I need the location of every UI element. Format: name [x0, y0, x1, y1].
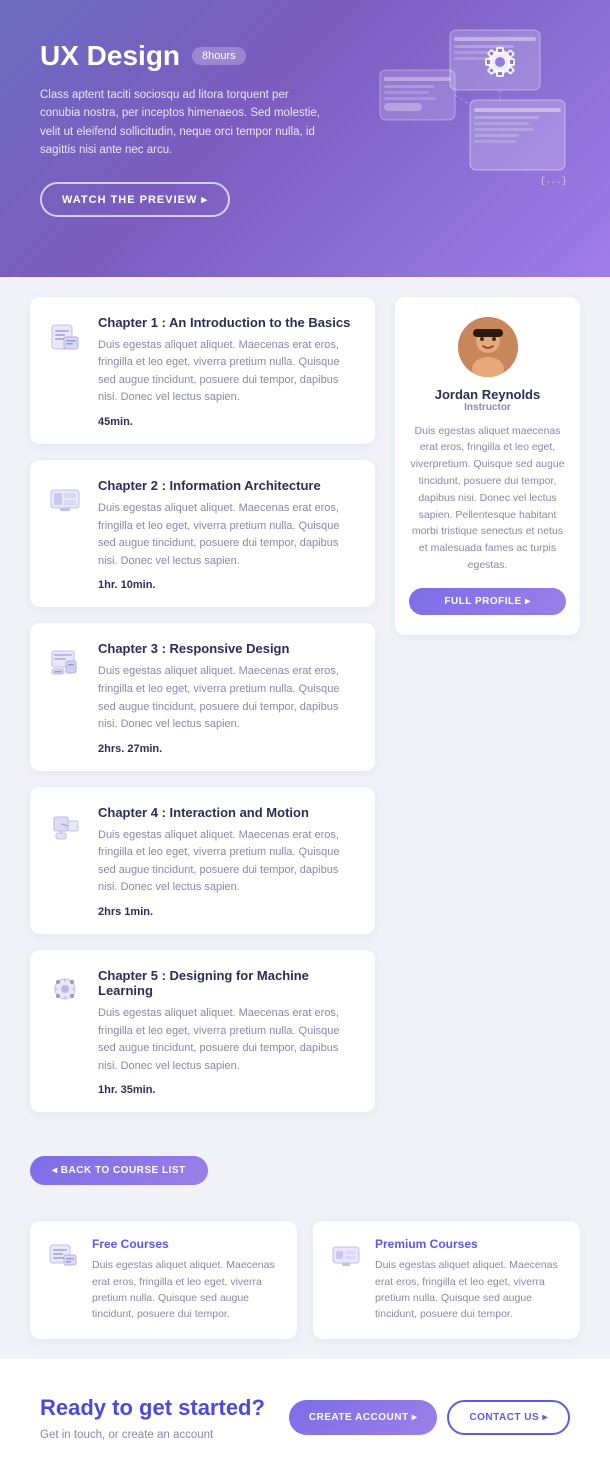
hero-section: UX Design 8hours Class aptent taciti soc… — [0, 0, 610, 277]
chapter-1-body: Chapter 1 : An Introduction to the Basic… — [98, 315, 359, 428]
hero-illustration: {...} — [370, 20, 580, 220]
chapter-4-title: Chapter 4 : Interaction and Motion — [98, 805, 359, 820]
chapter-3-title: Chapter 3 : Responsive Design — [98, 641, 359, 656]
main-content: Chapter 1 : An Introduction to the Basic… — [0, 277, 610, 1149]
chapters-column: Chapter 1 : An Introduction to the Basic… — [30, 297, 375, 1129]
premium-courses-icon — [329, 1237, 363, 1271]
chapter-4-duration: 2hrs 1min. — [98, 906, 359, 918]
chapter-5-body: Chapter 5 : Designing for Machine Learni… — [98, 968, 359, 1096]
chapter-3-desc: Duis egestas aliquet aliquet. Maecenas e… — [98, 663, 359, 733]
instructor-sidebar: Jordan Reynolds Instructor Duis egestas … — [395, 297, 580, 635]
free-courses-content: Free Courses Duis egestas aliquet alique… — [92, 1237, 281, 1322]
chapter-3-duration: 2hrs. 27min. — [98, 743, 359, 755]
chapter-2-duration: 1hr. 10min. — [98, 579, 359, 591]
back-section: ◂ BACK TO COURSE LIST — [0, 1148, 610, 1205]
full-profile-button[interactable]: FULL PROFILE ▸ — [409, 588, 566, 615]
premium-courses-card[interactable]: Premium Courses Duis egestas aliquet ali… — [313, 1221, 580, 1338]
chapter-1-desc: Duis egestas aliquet aliquet. Maecenas e… — [98, 337, 359, 407]
contact-us-button[interactable]: CONTACT US ▸ — [447, 1400, 570, 1435]
chapter-card-4[interactable]: Chapter 4 : Interaction and Motion Duis … — [30, 787, 375, 934]
chapter-5-icon — [46, 970, 84, 1008]
chapter-1-icon — [46, 317, 84, 355]
footer-subtext: Get in touch, or create an account — [40, 1429, 265, 1441]
free-courses-icon — [46, 1237, 80, 1271]
chapter-3-body: Chapter 3 : Responsive Design Duis egest… — [98, 641, 359, 754]
svg-text:{...}: {...} — [540, 176, 567, 186]
chapter-2-body: Chapter 2 : Information Architecture Dui… — [98, 478, 359, 591]
free-courses-card[interactable]: Free Courses Duis egestas aliquet alique… — [30, 1221, 297, 1338]
bottom-cards-section: Free Courses Duis egestas aliquet alique… — [0, 1205, 610, 1358]
instructor-bio: Duis egestas aliquet maecenas erat eros,… — [409, 423, 566, 574]
premium-courses-title: Premium Courses — [375, 1237, 564, 1251]
create-account-button[interactable]: CREATE ACCOUNT ▸ — [289, 1400, 438, 1435]
instructor-name: Jordan Reynolds — [409, 387, 566, 402]
instructor-role: Instructor — [409, 402, 566, 413]
premium-courses-desc: Duis egestas aliquet aliquet. Maecenas e… — [375, 1257, 564, 1322]
chapter-3-icon — [46, 643, 84, 681]
hero-title: UX Design — [40, 40, 180, 72]
chapter-5-duration: 1hr. 35min. — [98, 1084, 359, 1096]
chapter-card-5[interactable]: Chapter 5 : Designing for Machine Learni… — [30, 950, 375, 1112]
chapter-5-title: Chapter 5 : Designing for Machine Learni… — [98, 968, 359, 998]
chapter-4-body: Chapter 4 : Interaction and Motion Duis … — [98, 805, 359, 918]
premium-courses-content: Premium Courses Duis egestas aliquet ali… — [375, 1237, 564, 1322]
chapter-card-1[interactable]: Chapter 1 : An Introduction to the Basic… — [30, 297, 375, 444]
footer-heading: Ready to get started? — [40, 1395, 265, 1421]
instructor-avatar — [458, 317, 518, 377]
free-courses-title: Free Courses — [92, 1237, 281, 1251]
chapter-1-title: Chapter 1 : An Introduction to the Basic… — [98, 315, 359, 330]
footer-cta-text: Ready to get started? Get in touch, or c… — [40, 1395, 265, 1441]
chapter-1-duration: 45min. — [98, 416, 359, 428]
footer-cta-section: Ready to get started? Get in touch, or c… — [0, 1359, 610, 1477]
instructor-card: Jordan Reynolds Instructor Duis egestas … — [395, 297, 580, 635]
hero-description: Class aptent taciti sociosqu ad litora t… — [40, 86, 320, 160]
chapter-5-desc: Duis egestas aliquet aliquet. Maecenas e… — [98, 1005, 359, 1075]
watch-preview-button[interactable]: WATCH THE PREVIEW ▸ — [40, 182, 230, 217]
back-to-course-button[interactable]: ◂ BACK TO COURSE LIST — [30, 1156, 208, 1185]
chapter-4-icon — [46, 807, 84, 845]
chapter-card-2[interactable]: Chapter 2 : Information Architecture Dui… — [30, 460, 375, 607]
chapter-2-icon — [46, 480, 84, 518]
hero-badge: 8hours — [192, 47, 246, 65]
footer-cta-buttons: CREATE ACCOUNT ▸ CONTACT US ▸ — [289, 1400, 570, 1435]
chapter-4-desc: Duis egestas aliquet aliquet. Maecenas e… — [98, 827, 359, 897]
chapter-2-desc: Duis egestas aliquet aliquet. Maecenas e… — [98, 500, 359, 570]
chapter-card-3[interactable]: Chapter 3 : Responsive Design Duis egest… — [30, 623, 375, 770]
free-courses-desc: Duis egestas aliquet aliquet. Maecenas e… — [92, 1257, 281, 1322]
chapter-2-title: Chapter 2 : Information Architecture — [98, 478, 359, 493]
